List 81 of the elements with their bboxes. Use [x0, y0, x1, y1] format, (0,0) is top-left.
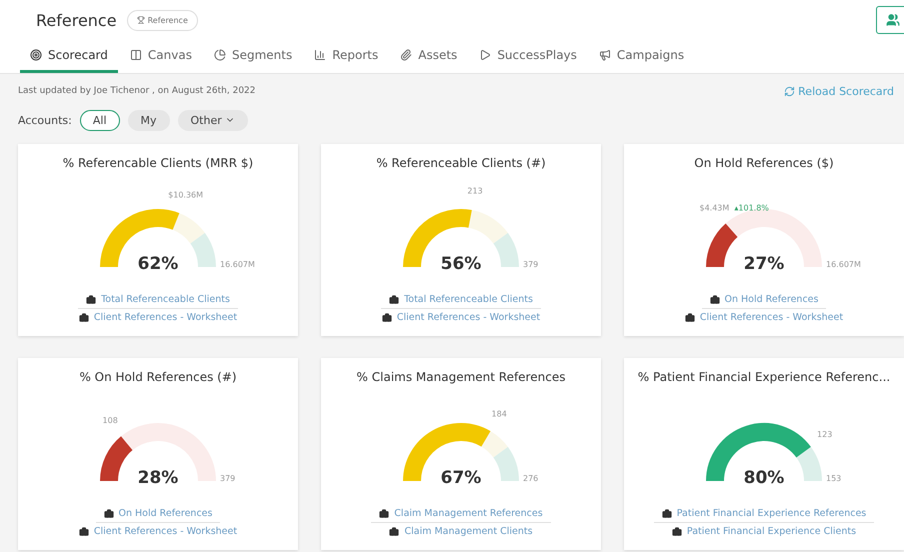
gauge-top-label: 108: [102, 416, 118, 426]
last-updated-text: Last updated by Joe Tichenor , on August 26th, 2022: [18, 86, 256, 96]
users-icon: [886, 13, 900, 27]
report-link[interactable]: Total Referenceable Clients: [101, 294, 230, 305]
page-title: Reference: [36, 10, 117, 30]
briefcase-icon: [710, 294, 720, 304]
target-icon: [30, 49, 42, 61]
nav-tab[interactable]: Segments: [204, 40, 302, 73]
briefcase-icon: [78, 526, 89, 536]
gauge-value: 62%: [138, 254, 178, 274]
report-link[interactable]: Patient Financial Experience References: [676, 508, 866, 519]
gauge-track: [468, 210, 508, 244]
gauge-band: [493, 447, 519, 482]
report-link[interactable]: Client References - Worksheet: [700, 312, 844, 323]
gauge-end-label: 16.607M: [826, 260, 861, 269]
columns-icon: [130, 49, 142, 61]
report-link[interactable]: Total Referenceable Clients: [404, 294, 533, 305]
team-button[interactable]: [876, 6, 904, 34]
megaphone-icon: [598, 49, 611, 61]
briefcase-icon: [662, 508, 672, 518]
card-title: % Referenceable Clients (#): [376, 156, 546, 170]
reload-link[interactable]: Reload Scorecard: [784, 84, 894, 98]
briefcase-icon: [672, 526, 682, 536]
card-title: % On Hold References (#): [79, 370, 237, 384]
nav-tab[interactable]: Reports: [304, 40, 388, 73]
gauge-band: [796, 447, 822, 482]
card-title: On Hold References ($): [694, 156, 834, 170]
briefcase-icon: [684, 312, 695, 322]
briefcase-icon: [382, 312, 392, 322]
gauge-end-label: 153: [826, 474, 842, 483]
report-link[interactable]: Client References - Worksheet: [94, 312, 238, 323]
gauge-end-label: 379: [220, 474, 236, 483]
accounts-label: Accounts:: [18, 114, 72, 126]
briefcase-icon: [78, 312, 89, 322]
play-icon: [479, 49, 492, 61]
paperclip-icon: [400, 49, 412, 61]
briefcase-icon: [389, 526, 400, 536]
gauge-end-label: 16.607M: [220, 260, 255, 269]
gauge-end-label: 379: [523, 260, 538, 269]
gauge-track: [480, 431, 508, 458]
card-title: % Patient Financial Experience Referenc...: [638, 370, 890, 384]
gauge-delta: ▴101.8%: [734, 204, 769, 213]
report-link[interactable]: On Hold References: [724, 294, 818, 305]
nav-tab[interactable]: SuccessPlays: [469, 40, 587, 73]
briefcase-icon: [389, 294, 400, 304]
gauge-band: [493, 233, 519, 268]
card-title: % Claims Management References: [356, 370, 566, 384]
briefcase-icon: [86, 294, 96, 304]
gauge-value: 27%: [744, 254, 784, 274]
gauge-value: 80%: [744, 468, 784, 488]
report-link[interactable]: Claim Management Clients: [404, 526, 533, 537]
gauge-value: 28%: [138, 468, 178, 488]
filter-pill[interactable]: All: [80, 110, 120, 130]
gauge-top-label: 123: [817, 430, 832, 439]
bar-chart-icon: [314, 49, 326, 61]
gauge-value: 56%: [440, 254, 482, 274]
pie-chart-icon: [214, 49, 226, 61]
filter-pill[interactable]: Other: [178, 110, 248, 130]
gauge-value: 67%: [440, 468, 482, 488]
gauge-band: [190, 233, 216, 268]
card-title: % Referencable Clients (MRR $): [62, 156, 254, 170]
nav-tab[interactable]: Campaigns: [588, 40, 694, 73]
filter-pill[interactable]: My: [128, 110, 170, 130]
report-link[interactable]: On Hold References: [118, 508, 212, 519]
report-link[interactable]: Client References - Worksheet: [396, 312, 540, 323]
gauge-top-label: 184: [492, 409, 507, 418]
report-link[interactable]: Claim Management References: [394, 508, 543, 519]
gauge-track: [172, 213, 205, 244]
trophy-icon: [136, 16, 145, 24]
gauge-end-label: 276: [523, 474, 538, 483]
report-link[interactable]: Patient Financial Experience Clients: [686, 526, 856, 537]
briefcase-icon: [379, 508, 390, 518]
gauge-top-label: $10.36M: [168, 190, 204, 200]
report-link[interactable]: Client References - Worksheet: [94, 526, 238, 537]
nav-tab[interactable]: Canvas: [120, 40, 202, 73]
nav-tab[interactable]: Assets: [390, 40, 468, 73]
badge-label: Reference: [148, 16, 188, 24]
briefcase-icon: [104, 508, 114, 518]
refresh-icon: [784, 86, 796, 96]
gauge-top-label: 213: [467, 186, 483, 196]
gauge-top-label: $4.43M: [700, 204, 730, 213]
